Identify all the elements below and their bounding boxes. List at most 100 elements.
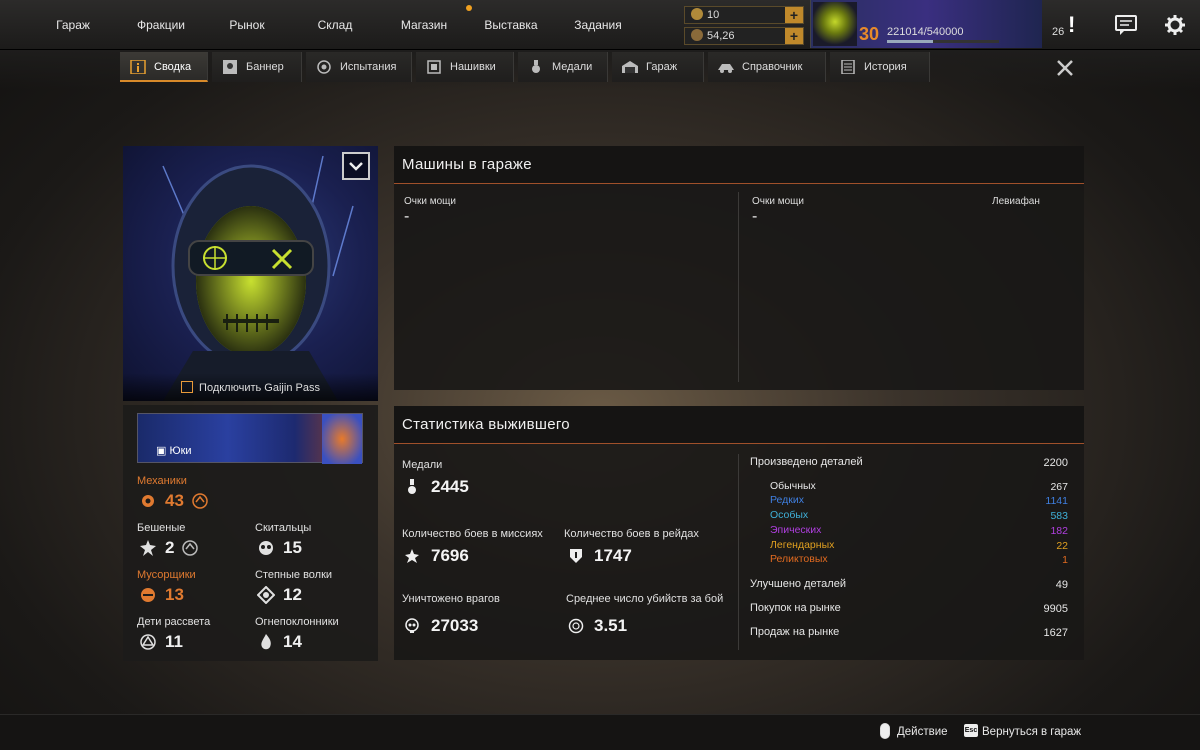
- power-score-label-right: Очки мощи: [752, 196, 804, 207]
- garage-vehicles-panel: Машины в гараже Очки мощи - Очки мощи - …: [394, 146, 1084, 390]
- tab-patches[interactable]: Нашивки: [416, 52, 514, 82]
- avatar: [813, 2, 857, 46]
- survivor-panel-title: Статистика выжившего: [402, 416, 570, 433]
- tab-garage[interactable]: Гараж: [612, 52, 704, 82]
- tab-banner[interactable]: Баннер: [212, 52, 302, 82]
- market-purchases-label: Покупок на рынке: [750, 602, 841, 614]
- portrait-dropdown-button[interactable]: [342, 152, 370, 180]
- back-to-garage-hint[interactable]: Вернуться в гараж: [982, 726, 1081, 738]
- portrait-image: [162, 155, 354, 401]
- banner-player-name: ▣ Юки: [156, 445, 192, 457]
- dawns-children-faction-icon: [140, 634, 156, 650]
- scrap-counter: 54,26 +: [684, 27, 804, 45]
- player-profile-strip[interactable]: 30 221014/540000: [810, 0, 1042, 48]
- faction-label-lunatics: Бешеные: [137, 522, 186, 534]
- parts-upgraded-value: 49: [1055, 579, 1068, 591]
- faction-value-scavengers: 13: [165, 585, 184, 604]
- nav-tasks[interactable]: Задания: [564, 0, 632, 50]
- tab-summary-label: Сводка: [154, 61, 192, 73]
- survivor-panel-header: Статистика выжившего: [394, 406, 1084, 444]
- prestige-badge-icon: [192, 493, 208, 509]
- faction-value-nomads: 15: [283, 538, 302, 557]
- banner-icon: [223, 60, 237, 74]
- connect-gaijin-pass-link[interactable]: Подключить Gaijin Pass: [123, 373, 378, 401]
- garage-divider: [738, 192, 739, 382]
- garage-icon: [622, 61, 638, 73]
- rarity-epic-label: Эпических: [770, 524, 822, 536]
- rarity-epic-value: 182: [1050, 525, 1068, 537]
- scrap-value: 54,26: [707, 30, 735, 42]
- close-icon[interactable]: [1055, 58, 1075, 78]
- tab-patches-label: Нашивки: [450, 61, 496, 73]
- coin-icon: [691, 8, 703, 20]
- patch-icon: [427, 60, 441, 74]
- player-portrait: Подключить Gaijin Pass: [123, 146, 378, 401]
- add-scrap-button[interactable]: +: [785, 28, 803, 44]
- chevron-down-icon: [349, 162, 363, 171]
- action-hint[interactable]: Действие: [897, 726, 948, 738]
- mechanics-faction-icon: [142, 495, 154, 507]
- lunatics-faction-icon: [140, 540, 156, 556]
- nav-factions[interactable]: Фракции: [124, 0, 198, 50]
- mission-battles-value: 7696: [431, 546, 469, 565]
- nav-exhibition[interactable]: Выставка: [474, 0, 548, 50]
- mission-icon: [405, 549, 419, 563]
- notification-count: 26: [1052, 26, 1065, 38]
- tab-challenges[interactable]: Испытания: [306, 52, 412, 82]
- tab-summary[interactable]: Сводка: [120, 52, 208, 82]
- shop-notification-dot: [466, 5, 472, 11]
- medal-badge-icon: [317, 60, 331, 74]
- esc-key-icon: Esc: [964, 724, 978, 737]
- nav-storage[interactable]: Склад: [302, 0, 368, 50]
- vehicle-class-name: Левиафан: [992, 196, 1040, 207]
- rarity-special-value: 583: [1050, 510, 1068, 522]
- tab-history[interactable]: История: [830, 52, 930, 82]
- document-icon: [841, 60, 855, 74]
- enemies-destroyed-value: 27033: [431, 616, 479, 635]
- nav-shop[interactable]: Магазин: [388, 0, 460, 50]
- faction-value-lunatics: 2: [165, 538, 175, 557]
- garage-panel-header: Машины в гараже: [394, 146, 1084, 184]
- power-score-value-right: -: [752, 208, 758, 225]
- parts-produced-value: 2200: [1043, 457, 1068, 469]
- survivor-stats-panel: Статистика выжившего Медали 2445 Количес…: [394, 406, 1084, 660]
- parts-upgraded-label: Улучшено деталей: [750, 578, 846, 590]
- steppenwolfs-faction-icon: [257, 586, 275, 604]
- gear-icon[interactable]: [1164, 14, 1186, 36]
- tab-handbook[interactable]: Справочник: [708, 52, 826, 82]
- player-level: 30: [859, 24, 880, 44]
- nav-garage[interactable]: Гараж: [40, 0, 106, 50]
- external-link-icon: [181, 381, 194, 393]
- player-banner[interactable]: ▣ Юки: [137, 413, 363, 464]
- survivor-divider: [738, 454, 739, 650]
- nav-market[interactable]: Рынок: [214, 0, 280, 50]
- rarity-legendary-value: 22: [1056, 540, 1068, 552]
- tab-challenges-label: Испытания: [340, 61, 397, 73]
- coins-value: 10: [707, 9, 720, 21]
- xp-counter: 221014/540000: [887, 26, 964, 38]
- chat-icon[interactable]: [1115, 14, 1137, 36]
- vehicle-icon: [718, 64, 734, 73]
- tab-medals[interactable]: Медали: [518, 52, 608, 82]
- parts-produced-label: Произведено деталей: [750, 456, 863, 468]
- info-icon: [130, 60, 146, 74]
- rarity-legendary-label: Легендарных: [770, 539, 835, 551]
- power-score-value-left: -: [404, 208, 410, 225]
- rarity-special-label: Особых: [770, 509, 809, 521]
- faction-label-mechanics: Механики: [137, 475, 187, 487]
- scrap-icon: [691, 29, 703, 41]
- banner-flame-decoration: [322, 414, 362, 464]
- avg-kills-value: 3.51: [594, 616, 628, 635]
- rarity-rare-value: 1141: [1045, 495, 1068, 507]
- prestige-badge-icon: [182, 540, 198, 556]
- alert-icon[interactable]: !: [1068, 12, 1075, 38]
- add-coins-button[interactable]: +: [785, 7, 803, 23]
- faction-value-firestarters: 14: [283, 632, 302, 651]
- medal-icon: [408, 479, 416, 494]
- raid-battles-label: Количество боев в рейдах: [564, 528, 699, 540]
- medal-icon: [532, 60, 540, 73]
- raid-shield-icon: [570, 549, 582, 563]
- xp-progress-fill: [887, 40, 933, 43]
- gaijin-link-label: Подключить Gaijin Pass: [199, 382, 320, 394]
- faction-stats-panel: ▣ Юки Механики 43 Бешеные 2 Скитальцы 15…: [123, 405, 378, 661]
